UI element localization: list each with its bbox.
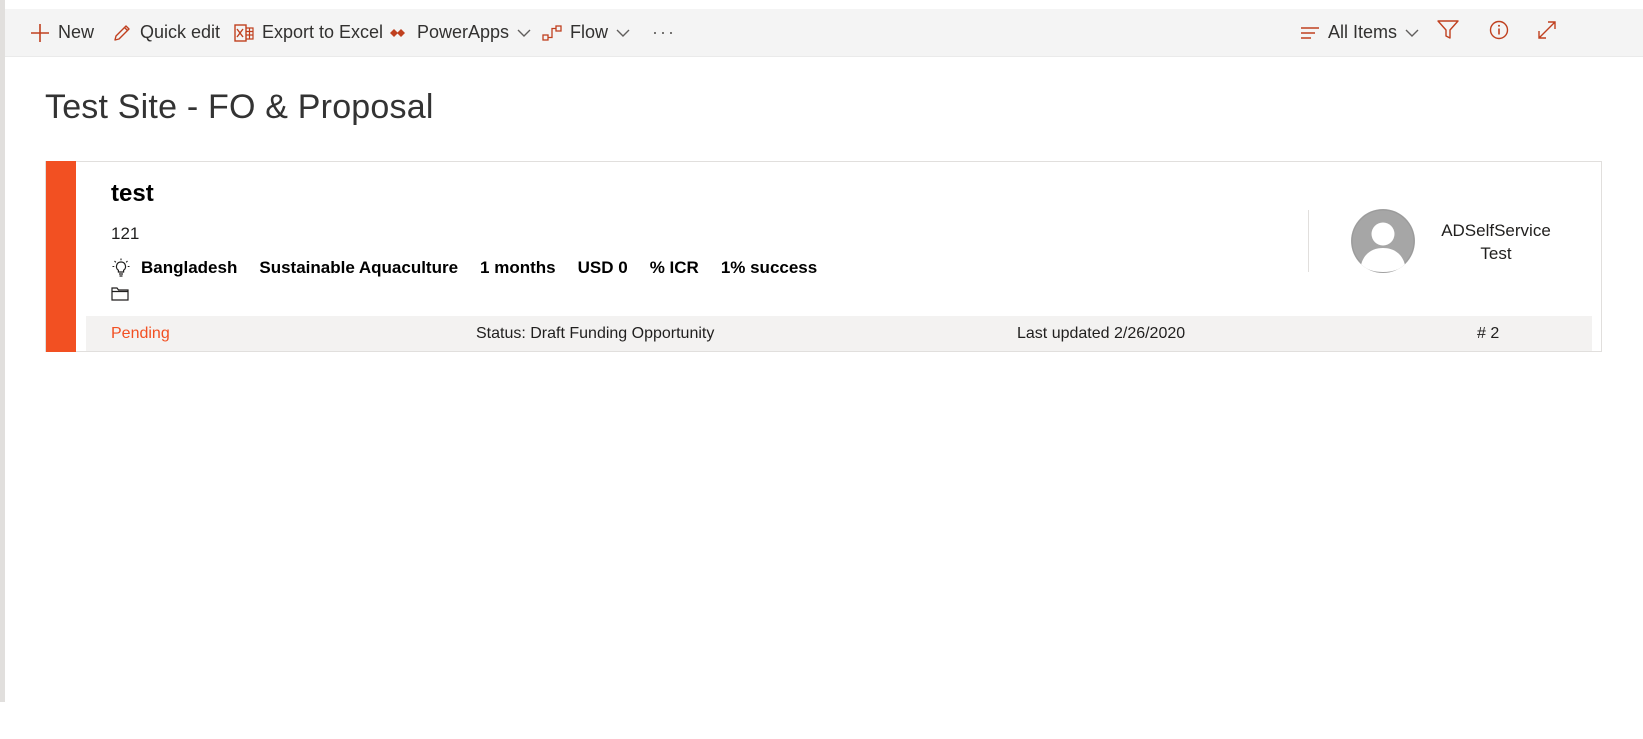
bottom-strip: [0, 702, 1643, 739]
command-bar: New Quick edit Export to Excel PowerApps…: [5, 9, 1643, 57]
quick-edit-label: Quick edit: [140, 22, 221, 42]
info-icon: [1489, 20, 1509, 45]
lightbulb-icon: [111, 258, 131, 278]
card-number: 121: [111, 224, 140, 243]
card-footer: Pending Status: Draft Funding Opportunit…: [86, 316, 1592, 351]
new-label: New: [58, 22, 95, 42]
more-icon: ···: [652, 22, 676, 42]
more-options-button[interactable]: ···: [652, 9, 676, 56]
page-title: Test Site - FO & Proposal: [45, 88, 434, 126]
theme-value: Sustainable Aquaculture: [259, 258, 459, 277]
export-excel-button[interactable]: Export to Excel: [234, 9, 383, 56]
status-label: Status: Draft Funding Opportunity: [476, 325, 715, 342]
country-value: Bangladesh: [141, 258, 238, 277]
last-updated-label: Last updated 2/26/2020: [1017, 325, 1186, 342]
chevron-down-icon: [616, 28, 630, 38]
export-excel-label: Export to Excel: [262, 22, 384, 42]
new-button[interactable]: New: [30, 9, 94, 56]
flow-label: Flow: [570, 22, 609, 42]
fullscreen-button[interactable]: [1537, 9, 1557, 56]
list-view-icon: [1300, 26, 1320, 40]
item-card[interactable]: test 121 Bangladesh Sustainable Aquacult…: [45, 161, 1602, 352]
flow-button[interactable]: Flow: [542, 9, 630, 56]
excel-icon: [234, 23, 254, 42]
chevron-down-icon: [517, 28, 531, 38]
expand-icon: [1537, 20, 1557, 45]
pencil-icon: [112, 23, 132, 43]
card-divider: [1308, 210, 1309, 272]
filter-icon: [1437, 20, 1459, 45]
folder-icon[interactable]: [111, 286, 129, 301]
stage-label: Pending: [111, 325, 170, 342]
chevron-down-icon: [1405, 28, 1419, 38]
item-id-label: # 2: [1477, 325, 1500, 342]
powerapps-label: PowerApps: [417, 22, 510, 42]
person-last-name: Test: [1480, 244, 1512, 263]
info-button[interactable]: [1489, 9, 1509, 56]
flow-icon: [542, 24, 562, 41]
powerapps-icon: [389, 26, 409, 40]
icr-value: % ICR: [649, 258, 699, 277]
plus-icon: [30, 23, 50, 43]
quick-edit-button[interactable]: Quick edit: [112, 9, 220, 56]
duration-value: 1 months: [480, 258, 556, 277]
success-value: 1% success: [720, 258, 818, 277]
filter-button[interactable]: [1437, 9, 1459, 56]
card-metadata: Bangladesh Sustainable Aquaculture 1 mon…: [111, 255, 839, 281]
avatar[interactable]: [1351, 209, 1415, 273]
left-edge: [0, 0, 5, 702]
view-label: All Items: [1328, 22, 1398, 42]
person-first-name: ADSelfService: [1441, 221, 1551, 240]
card-title[interactable]: test: [111, 180, 154, 208]
powerapps-button[interactable]: PowerApps: [389, 9, 531, 56]
person-name: ADSelfService Test: [1436, 219, 1556, 265]
card-accent-bar: [46, 161, 76, 352]
amount-value: USD 0: [577, 258, 628, 277]
view-selector[interactable]: All Items: [1300, 9, 1419, 56]
